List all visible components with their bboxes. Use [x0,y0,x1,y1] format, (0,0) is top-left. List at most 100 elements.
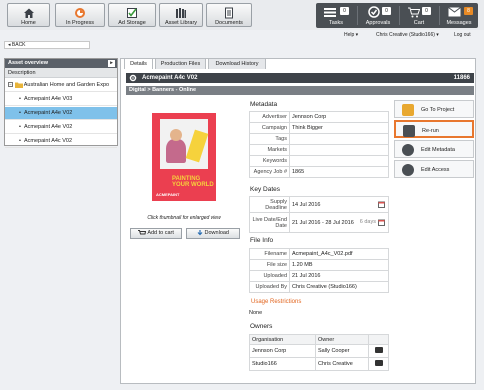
download-label: Download [204,230,229,236]
download-button[interactable]: Download [186,228,240,239]
live-date-value: 21 Jul 2016 - 28 Jul 2016 [292,219,354,226]
tab-download-history[interactable]: Download History [208,58,266,69]
metadata-row: Advertiser Jennson Corp [249,111,389,123]
approvals-count: 0 [382,7,391,15]
folder-icon [14,82,23,88]
metadata-row: Markets [249,144,389,156]
thumbnail-subline: YOUR WORLD [172,182,214,188]
asset-header: Acmepaint A4c V02 11866 [126,73,474,83]
collapse-toggle-icon[interactable]: − [8,82,13,88]
pencil-icon [402,144,414,156]
owners-table: Organisation Owner Jennson Corp Sally Co… [249,334,389,371]
user-menu[interactable]: Chris Creative (Studio166) ▾ [376,31,439,40]
tree-item[interactable]: • Acmepaint A4c V02 [5,135,117,148]
ad-storage-button[interactable]: Ad Storage [108,3,156,27]
file-info-row: File size 1.20 MB [249,259,389,271]
library-icon [176,8,186,18]
asset-overview-panel: Asset overview ▸ Description − Australia… [4,58,118,148]
thumbnail-photo [160,119,209,169]
tree-item-selected[interactable]: • Acmepaint A4e V02 [5,107,117,120]
cart-button[interactable]: 0 Cart [400,3,438,28]
download-icon [197,229,203,235]
file-info-row: Filename Acmepaint_A4c_V02.pdf [249,248,389,260]
key-dates-title: Key Dates [250,186,280,193]
file-info-row: Uploaded By Chris Creative (Studio166) [249,281,389,293]
approvals-label: Approvals [365,20,391,26]
approvals-button[interactable]: 0 Approvals [358,3,398,28]
tasks-count: 0 [340,7,349,15]
add-to-cart-button[interactable]: Add to cart [130,228,182,239]
table-row: Studio166 Chris Creative [249,357,389,371]
top-navigation: Home In Progress Ad Storage Asset Librar… [0,0,484,30]
file-info-row: Uploaded 21 Jul 2016 [249,270,389,282]
gear-icon [129,74,137,82]
tree-item-label: Acmepaint A4e V02 [24,110,73,116]
bullet-icon: • [19,110,21,116]
metadata-table: Advertiser Jennson Corp Campaign Think Big… [249,111,389,178]
logout-link[interactable]: Log out [454,31,471,40]
tree-folder[interactable]: − Australian Home and Garden Expo [5,79,117,92]
edit-access-button[interactable]: Edit Access [394,160,474,178]
messages-icon [448,7,461,17]
home-icon [23,8,34,18]
cart-count: 0 [422,7,431,15]
file-info-title: File Info [250,237,274,244]
in-progress-label: In Progress [65,20,95,26]
metadata-title: Metadata [250,101,278,108]
metadata-row: Agency Job #1865 [249,166,389,178]
add-to-cart-label: Add to cart [147,230,174,236]
home-label: Home [21,20,36,26]
folder-icon [402,104,414,116]
messages-count: 8 [464,7,473,15]
tree-item[interactable]: • Acmepaint A4e V02 [5,121,117,134]
description-header: Description [5,68,117,78]
metadata-row: Campaign Think Bigger [249,122,389,134]
user-toolbar: 0 Tasks 0 Approvals 0 Cart 8 Messages [316,3,478,28]
go-to-project-button[interactable]: Go To Project [394,100,474,118]
document-icon [225,7,233,19]
re-run-button[interactable]: Re-run [394,120,474,138]
collapse-icon[interactable]: ▸ [108,60,115,67]
tasks-button[interactable]: 0 Tasks [316,3,356,28]
supply-deadline-value: 14 Jul 2016 [292,201,321,208]
owners-title: Owners [250,323,273,330]
messages-button[interactable]: 8 Messages [440,3,478,28]
email-icon[interactable] [374,360,383,366]
usage-restrictions-value: None [249,310,263,316]
approvals-icon [368,6,380,18]
cart-icon [138,229,147,235]
email-icon[interactable] [374,347,383,353]
asset-overview-header: Asset overview ▸ [5,59,117,68]
lock-icon [402,164,414,176]
tab-details[interactable]: Details [124,58,153,69]
asset-breadcrumb: Digital > Banners - Online [126,86,474,95]
cart-label: Cart [413,20,425,26]
documents-button[interactable]: Documents [206,3,252,27]
tab-production-files[interactable]: Production Files [155,58,206,69]
edit-metadata-button[interactable]: Edit Metadata [394,140,474,158]
metadata-row: Tags [249,133,389,145]
days-count: 6 days [359,219,376,225]
in-progress-button[interactable]: In Progress [55,3,105,27]
help-menu[interactable]: Help ▾ [344,31,358,40]
tree-item-label: Acmepaint A4c V02 [24,138,73,144]
bullet-icon: • [19,124,21,130]
asset-library-button[interactable]: Asset Library [159,3,203,27]
home-button[interactable]: Home [7,3,50,27]
owners-header-row: Organisation Owner [249,334,389,345]
table-row: Jennson Corp Sally Cooper [249,344,389,358]
thumbnail-hint: Click thumbnail for enlarged view [147,215,221,221]
bullet-icon: • [19,138,21,144]
messages-label: Messages [446,20,472,26]
rerun-icon [403,125,415,137]
tree-item[interactable]: • Acmepaint A4e V03 [5,93,117,106]
calendar-icon[interactable] [378,201,385,208]
calendar-icon[interactable] [378,219,385,226]
cart-icon [408,7,420,18]
usage-restrictions-title: Usage Restrictions [251,299,302,305]
tree-item-label: Acmepaint A4e V02 [24,124,73,130]
owners-col-owner: Owner [315,334,369,345]
thumbnail-brand: ACMEPAINT [156,192,180,197]
back-button[interactable]: ◂ BACK [4,41,90,49]
asset-thumbnail[interactable]: PAINTING YOUR WORLD ACMEPAINT [152,113,216,201]
